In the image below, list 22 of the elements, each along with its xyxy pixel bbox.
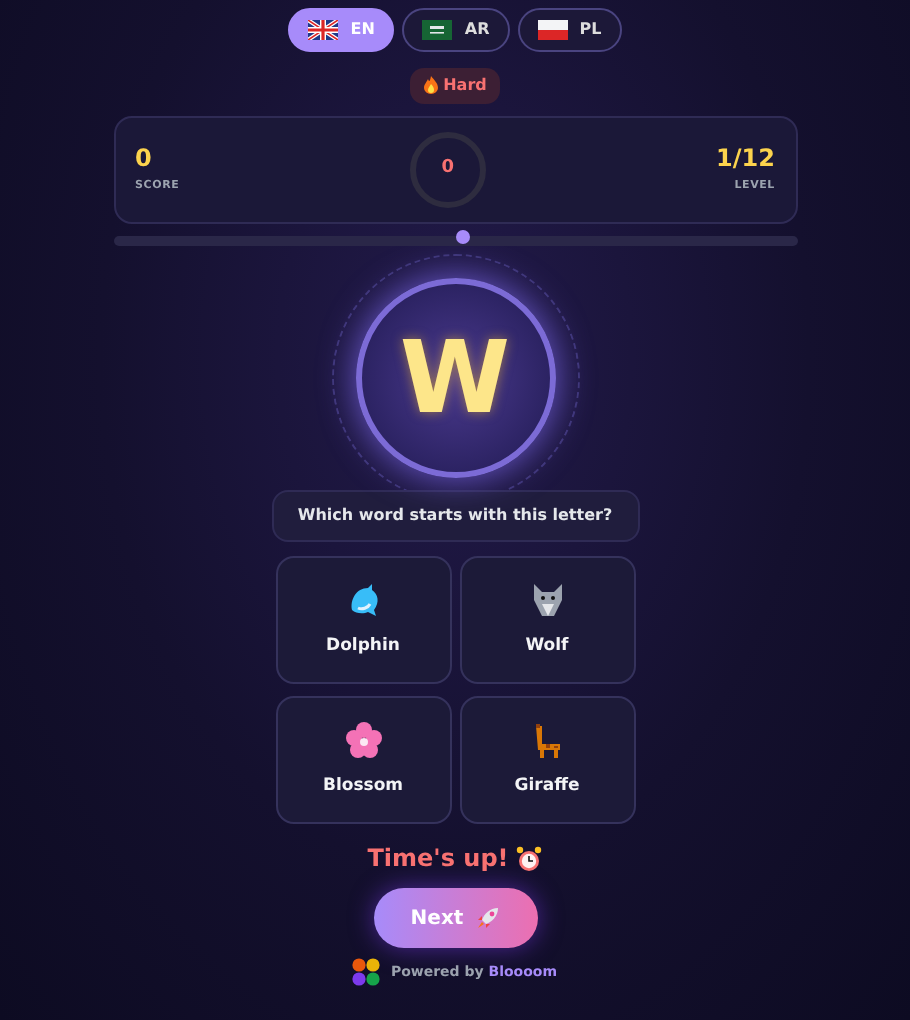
- logo-icon: [352, 958, 381, 986]
- flag-icon: [422, 20, 453, 40]
- question-text: Which word starts with this letter?: [271, 490, 639, 542]
- fire-icon: [423, 76, 438, 94]
- answer-option[interactable]: Wolf: [459, 556, 635, 684]
- timer-ring: 0: [409, 132, 486, 208]
- blossom-icon: [345, 721, 381, 758]
- answer-option[interactable]: Blossom: [275, 696, 451, 824]
- answer-option[interactable]: Giraffe: [459, 696, 635, 824]
- flag-icon: [308, 20, 339, 40]
- score-value: 0: [135, 145, 154, 170]
- level-value: 1/12: [716, 145, 775, 170]
- flag-icon: [537, 20, 568, 40]
- wolf-icon: [529, 581, 565, 618]
- alarm-clock-icon: [516, 845, 543, 871]
- answer-option[interactable]: Dolphin: [275, 556, 451, 684]
- language-button[interactable]: PL: [517, 8, 622, 52]
- rocket-icon: [475, 906, 500, 930]
- difficulty-badge: Hard: [409, 67, 501, 103]
- result-text: Time's up!: [367, 842, 509, 876]
- letter-circle: W: [355, 278, 555, 478]
- language-button[interactable]: AR: [402, 8, 510, 52]
